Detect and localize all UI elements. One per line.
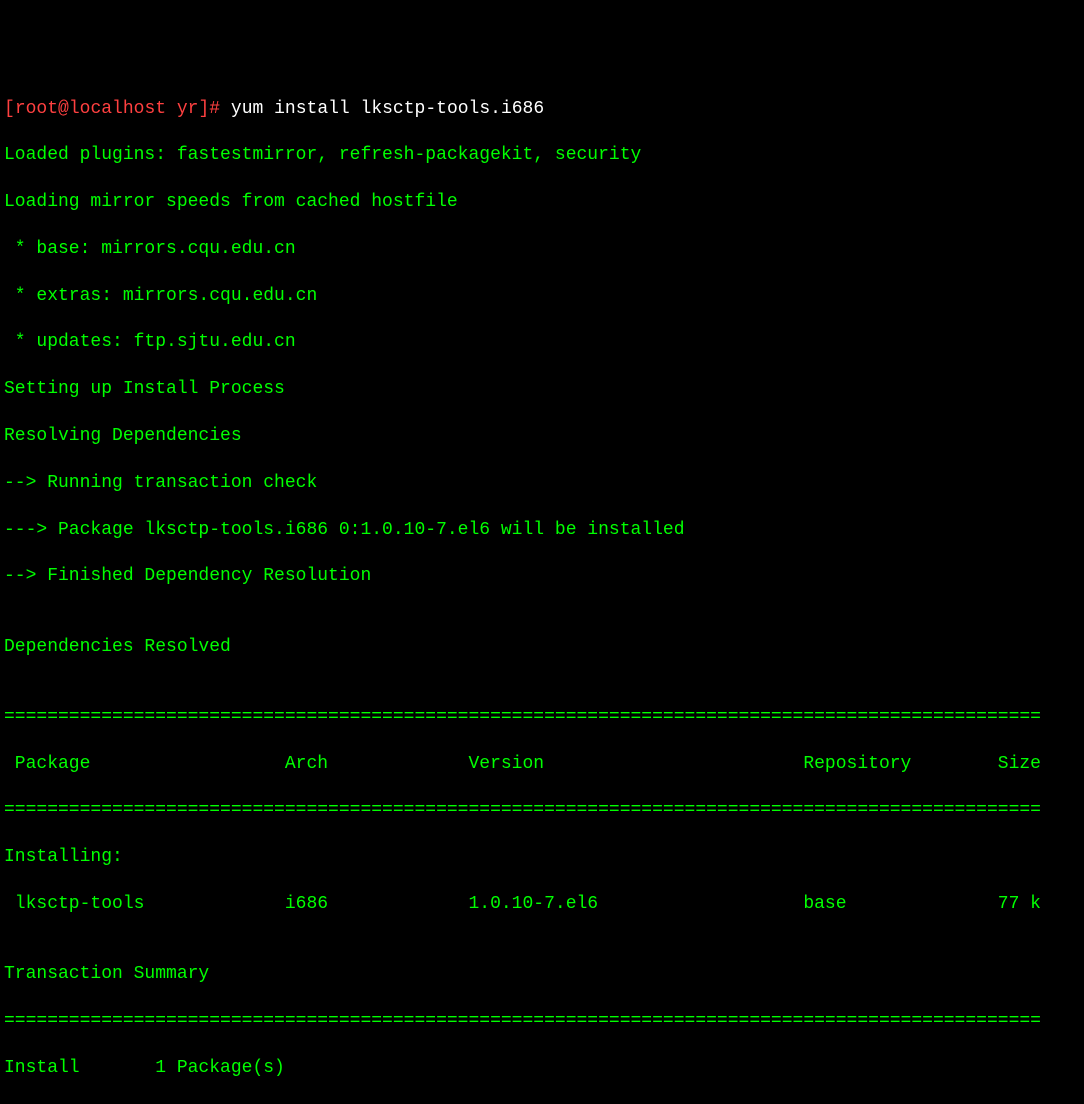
prompt-close-bracket: ] bbox=[198, 99, 209, 119]
output-line: * base: mirrors.cqu.edu.cn bbox=[4, 238, 1080, 261]
output-line: * extras: mirrors.cqu.edu.cn bbox=[4, 285, 1080, 308]
output-line: Resolving Dependencies bbox=[4, 425, 1080, 448]
terminal-line-prompt[interactable]: [root@localhost yr]# yum install lksctp-… bbox=[4, 98, 1080, 121]
output-line: Loaded plugins: fastestmirror, refresh-p… bbox=[4, 144, 1080, 167]
output-line: Loading mirror speeds from cached hostfi… bbox=[4, 191, 1080, 214]
transaction-summary: Transaction Summary bbox=[4, 963, 1080, 986]
output-line: * updates: ftp.sjtu.edu.cn bbox=[4, 331, 1080, 354]
installing-label: Installing: bbox=[4, 846, 1080, 869]
install-count: Install 1 Package(s) bbox=[4, 1057, 1080, 1080]
output-line: --> Finished Dependency Resolution bbox=[4, 565, 1080, 588]
separator-line: ========================================… bbox=[4, 1010, 1080, 1033]
prompt-host: localhost bbox=[69, 99, 166, 119]
output-line: ---> Package lksctp-tools.i686 0:1.0.10-… bbox=[4, 519, 1080, 542]
separator-line: ========================================… bbox=[4, 799, 1080, 822]
output-line: Setting up Install Process bbox=[4, 378, 1080, 401]
prompt-at: @ bbox=[58, 99, 69, 119]
command-text: yum install lksctp-tools.i686 bbox=[231, 99, 544, 119]
prompt-path: yr bbox=[177, 99, 199, 119]
output-line: Dependencies Resolved bbox=[4, 636, 1080, 659]
table-header: Package Arch Version Repository Size bbox=[4, 753, 1080, 776]
prompt-hash: # bbox=[209, 99, 231, 119]
output-line: --> Running transaction check bbox=[4, 472, 1080, 495]
prompt-user: root bbox=[15, 99, 58, 119]
prompt-open-bracket: [ bbox=[4, 99, 15, 119]
prompt-space bbox=[166, 99, 177, 119]
separator-line: ========================================… bbox=[4, 706, 1080, 729]
package-row: lksctp-tools i686 1.0.10-7.el6 base 77 k bbox=[4, 893, 1080, 916]
